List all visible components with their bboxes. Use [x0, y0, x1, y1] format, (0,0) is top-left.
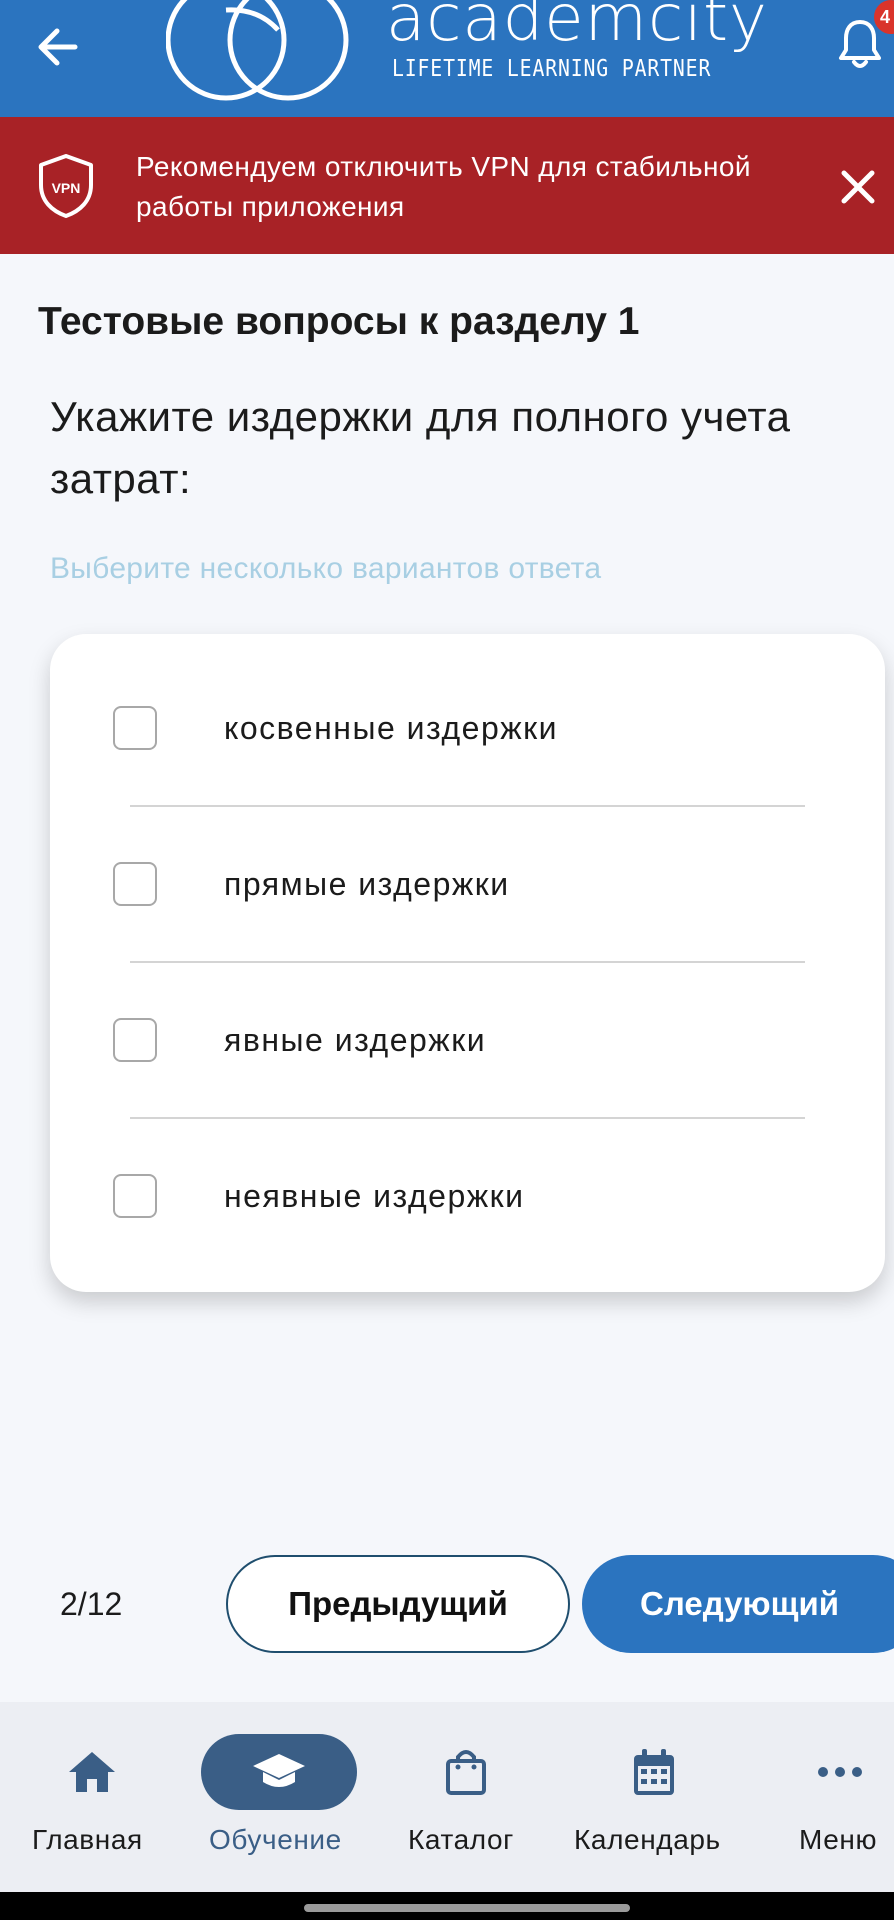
- arrow-left-icon: [38, 28, 78, 66]
- graduation-cap-icon: [253, 1754, 305, 1787]
- app-header: academcity LIFETIME LEARNING PARTNER 4: [0, 0, 894, 117]
- answer-option-label: явные издержки: [224, 1022, 487, 1058]
- answer-checkbox[interactable]: [113, 706, 157, 750]
- logo-wordmark: academcity: [386, 0, 768, 56]
- answer-hint: Выберите несколько вариантов ответа: [50, 552, 602, 585]
- back-button[interactable]: [30, 20, 84, 74]
- answer-option[interactable]: косвенные издержки: [50, 634, 885, 790]
- nav-label: Обучение: [209, 1824, 342, 1855]
- answer-option-label: прямые издержки: [224, 866, 510, 902]
- answer-option-label: косвенные издержки: [224, 710, 559, 746]
- home-indicator[interactable]: [304, 1904, 630, 1912]
- nav-label: Каталог: [408, 1824, 514, 1855]
- answer-checkbox[interactable]: [113, 1018, 157, 1062]
- nav-label: Меню: [799, 1824, 878, 1855]
- nav-item-calendar[interactable]: Календарь: [566, 1702, 746, 1892]
- nav-label: Главная: [32, 1824, 143, 1855]
- question-counter: 2/12: [60, 1586, 123, 1622]
- answer-options-card: косвенные издержки прямые издержки явные…: [50, 634, 885, 1292]
- vpn-warning-text: Рекомендуем отключить VPN для стабильной…: [136, 151, 751, 222]
- calendar-icon: [634, 1749, 674, 1795]
- section-title: Тестовые вопросы к разделу 1: [38, 300, 640, 343]
- question-text: Укажите издержки для полного учета затра…: [50, 393, 791, 502]
- answer-option[interactable]: прямые издержки: [50, 790, 885, 946]
- nav-item-learning[interactable]: Обучение: [184, 1702, 374, 1892]
- more-dots-icon: [818, 1767, 862, 1777]
- close-banner-button[interactable]: [836, 165, 880, 209]
- shopping-bag-icon: [446, 1750, 486, 1795]
- previous-button[interactable]: Предыдущий: [226, 1555, 570, 1653]
- nav-item-menu[interactable]: Меню: [780, 1702, 894, 1892]
- nav-label: Календарь: [574, 1824, 721, 1855]
- vpn-icon-text: VPN: [52, 180, 81, 196]
- vpn-shield-icon: VPN: [39, 154, 93, 218]
- bottom-navigation: Главная Обучение Каталог Календарь Меню: [0, 1702, 894, 1892]
- vpn-warning-banner: VPN Рекомендуем отключить VPN для стабил…: [0, 117, 894, 254]
- bell-icon: [839, 20, 881, 68]
- nav-item-home[interactable]: Главная: [0, 1702, 184, 1892]
- answer-checkbox[interactable]: [113, 1174, 157, 1218]
- answer-option[interactable]: явные издержки: [50, 946, 885, 1102]
- logo-tagline: LIFETIME LEARNING PARTNER: [392, 56, 712, 82]
- nav-item-catalog[interactable]: Каталог: [390, 1702, 550, 1892]
- answer-option-label: неявные издержки: [224, 1178, 525, 1214]
- home-icon: [69, 1752, 115, 1792]
- answer-checkbox[interactable]: [113, 862, 157, 906]
- answer-option[interactable]: неявные издержки: [50, 1102, 885, 1258]
- next-button[interactable]: Следующий: [582, 1555, 894, 1653]
- close-icon: [841, 170, 875, 204]
- academcity-logo-icon: [166, 0, 349, 101]
